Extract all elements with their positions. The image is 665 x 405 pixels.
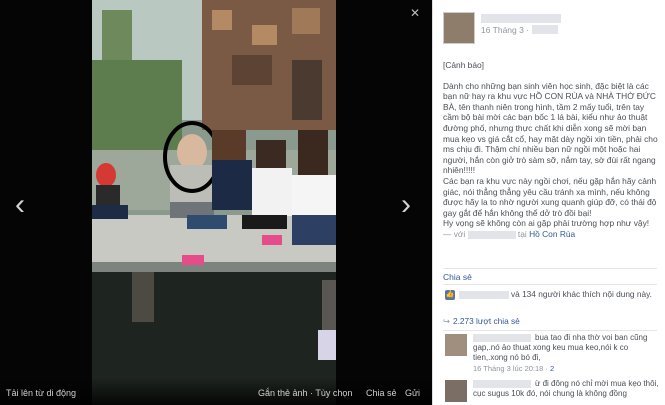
comment-meta: 16 Tháng 3 lúc 20:18 · 2 — [473, 364, 554, 373]
photo-action-bar: Tải lên từ di động Gắn thẻ ảnh · Tùy chọ… — [0, 378, 432, 405]
warning-title: [Cảnh báo] — [443, 60, 484, 70]
next-photo-button[interactable]: › — [396, 190, 416, 220]
share-photo-link[interactable]: Chia sẻ — [366, 388, 397, 398]
at-text: tại — [517, 228, 527, 239]
post-panel: 16 Tháng 3 · [Cảnh báo] Dành cho những b… — [432, 0, 665, 405]
likes-summary: 👍 và 134 người khác thích nội dung này. — [443, 288, 659, 312]
commenter-avatar[interactable] — [445, 380, 467, 402]
commenter-avatar[interactable] — [445, 334, 467, 356]
author-name-redacted[interactable] — [481, 14, 561, 23]
comment-text: ừ đi đông nó chỉ mời mua kẹo thôi, cục s… — [473, 379, 659, 398]
comment-text: bua tao đi nha thờ voi ban cũng gap,.nó … — [473, 333, 648, 362]
tagged-people-redacted[interactable] — [467, 230, 516, 239]
divider — [443, 330, 657, 331]
post-body: [Cảnh báo] Dành cho những bạn sinh viên … — [443, 60, 659, 240]
likes-text[interactable]: và 134 người khác thích nội dung này. — [459, 289, 659, 300]
send-photo-link[interactable]: Gửi — [405, 388, 420, 398]
tagged-with-line: — với tại Hồ Con Rùa — [443, 229, 659, 240]
divider — [443, 284, 657, 285]
post-date[interactable]: 16 Tháng 3 · — [481, 25, 529, 35]
like-icon: 👍 — [445, 290, 455, 300]
location-link[interactable]: Hồ Con Rùa — [529, 229, 575, 239]
post-paragraph-1: Dành cho những bạn sinh viên học sinh, đ… — [443, 80, 658, 176]
comment-like-count[interactable]: 2 — [550, 364, 554, 373]
privacy-redacted — [532, 25, 558, 34]
photo-viewer: ‹ › ✕ Tải lên từ di động Gắn thẻ ảnh · T… — [0, 0, 432, 405]
author-avatar[interactable] — [443, 12, 475, 44]
comment-timestamp[interactable]: 16 Tháng 3 lúc 20:18 · — [473, 364, 548, 373]
previous-photo-button[interactable]: ‹ — [10, 190, 30, 220]
upload-from-mobile-link[interactable]: Tải lên từ di động — [6, 388, 76, 398]
post-paragraph-2: Các bạn ra khu vực này ngồi chơi, nếu gặ… — [443, 175, 657, 218]
post-photo[interactable] — [92, 0, 336, 405]
share-icon: ↪ — [443, 316, 450, 326]
post-paragraph-3: Hy vọng sẽ không còn ai gặp phải trường … — [443, 218, 650, 229]
shares-text: 2.273 lượt chia sẻ — [452, 316, 520, 326]
close-icon[interactable]: ✕ — [410, 6, 420, 20]
divider — [443, 268, 657, 269]
shares-count[interactable]: ↪ 2.273 lượt chia sẻ — [443, 316, 659, 328]
tag-photo-options-link[interactable]: Gắn thẻ ảnh · Tùy chọn — [258, 388, 352, 398]
post-header: 16 Tháng 3 · — [443, 12, 658, 48]
with-prefix: — với — [443, 228, 466, 239]
photo-illustration — [92, 0, 336, 405]
share-post-link[interactable]: Chia sẻ — [443, 272, 472, 282]
